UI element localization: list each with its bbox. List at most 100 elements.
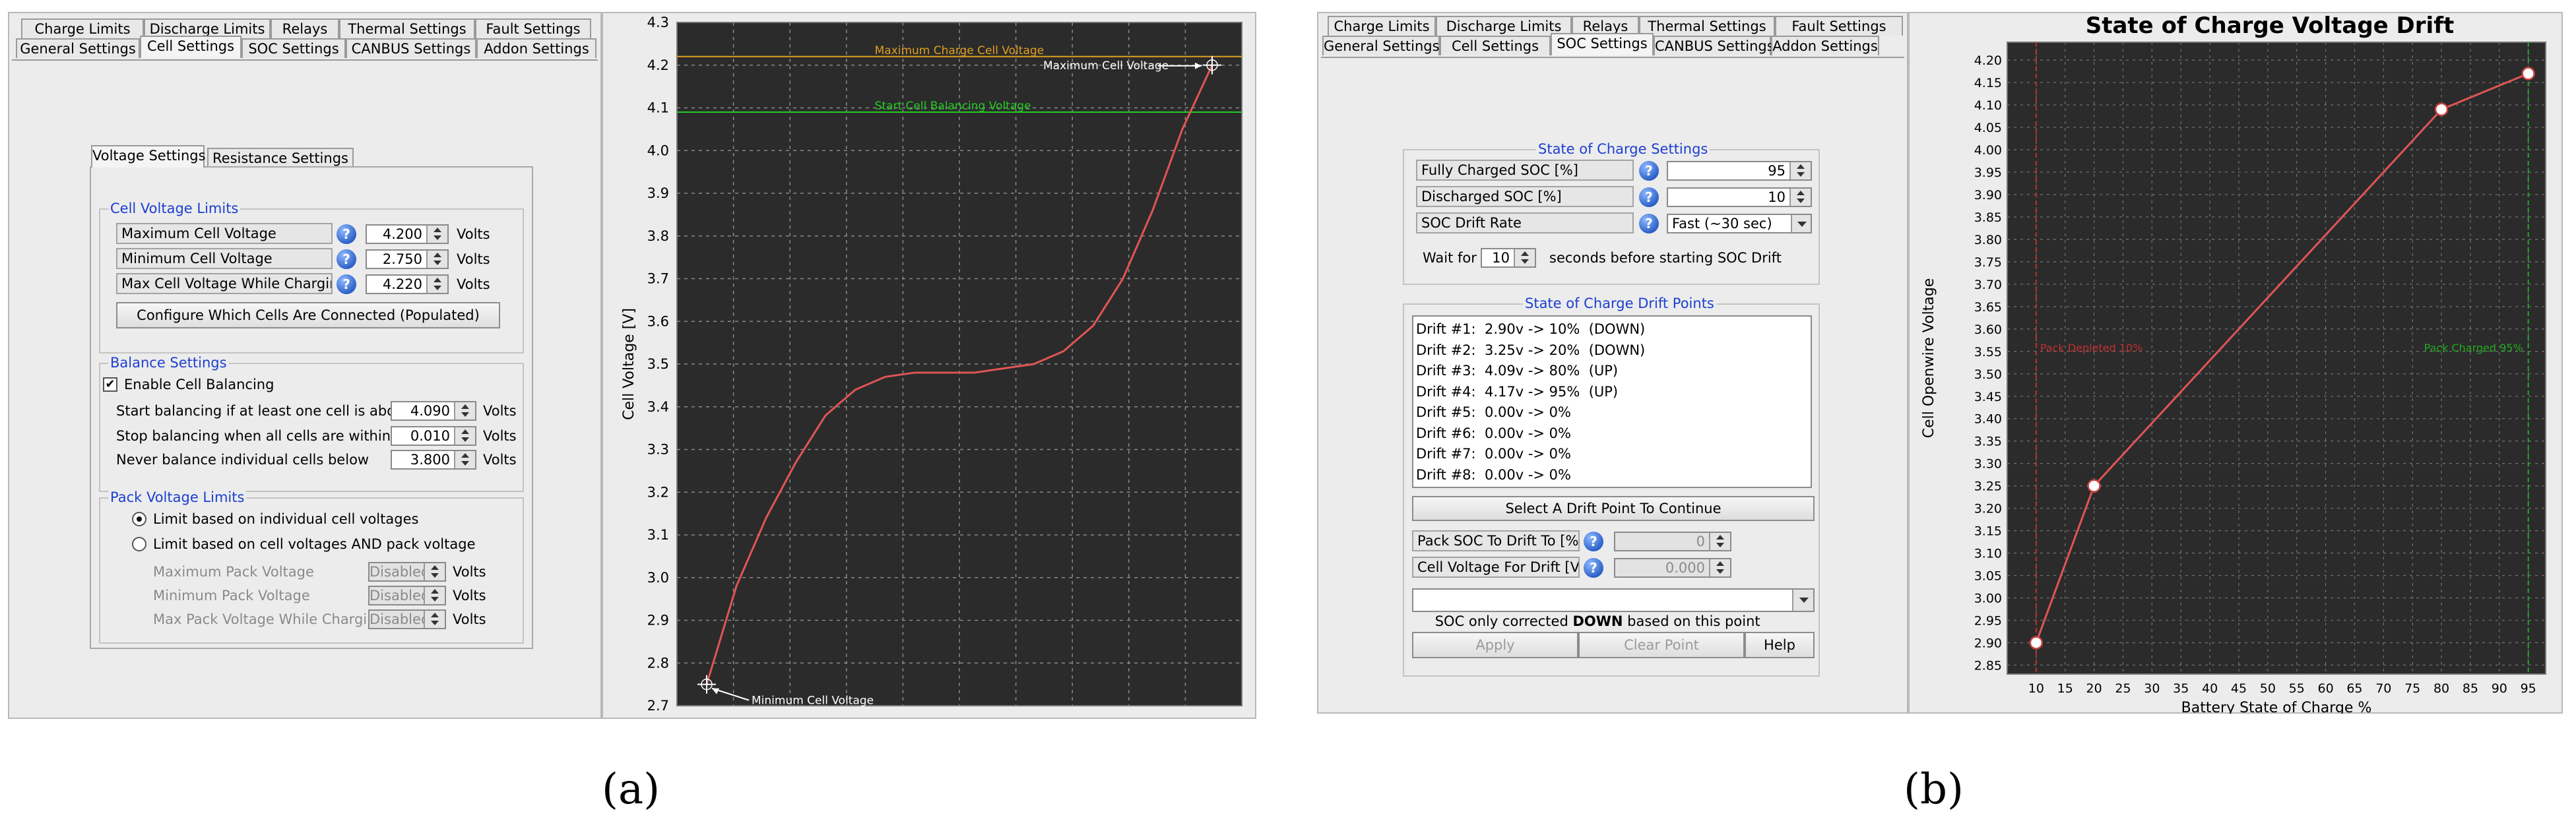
left-tab-soc-settings[interactable]: SOC Settings [242,38,346,58]
drift-points-list[interactable]: Drift #1: 2.90v -> 10% (DOWN) Drift #2: 3… [1412,315,1812,488]
spinner-arrows-icon[interactable] [424,563,445,580]
left-tab-fault-settings[interactable]: Fault Settings [475,18,591,38]
left-tab-canbus-settings[interactable]: CANBUS Settings [346,38,476,58]
help-icon[interactable]: ? [337,224,356,244]
spinner-arrows-icon[interactable] [454,402,475,419]
spinner-arrows-icon[interactable] [426,251,447,268]
soc-drift-rate-select[interactable]: Fast (~30 sec) [1667,214,1812,233]
stop-balancing-input[interactable]: 0.010 [391,426,476,446]
help-icon[interactable]: ? [1639,214,1659,233]
spinner-arrows-icon[interactable] [454,451,475,468]
drift-point-item[interactable]: Drift #8: 0.00v -> 0% [1416,465,1811,486]
min-cell-voltage-input[interactable]: 2.750 [366,249,449,269]
spinner-arrows-icon[interactable] [1709,533,1730,550]
y-tick-label: 3.50 [1974,367,2002,382]
drift-direction-select[interactable]: SOC only corrected DOWN based on this po… [1412,588,1815,629]
drift-point-item[interactable]: Drift #6: 0.00v -> 0% [1416,423,1811,445]
drift-point-item[interactable]: Drift #1: 2.90v -> 10% (DOWN) [1416,319,1811,340]
y-tick-label: 3.8 [647,228,669,244]
never-balance-input[interactable]: 3.800 [391,450,476,470]
spinner-arrows-icon[interactable] [424,611,445,628]
drift-point-item[interactable]: Drift #7: 0.00v -> 0% [1416,444,1811,465]
y-tick-label: 3.35 [1974,435,2002,449]
select-drift-point-button[interactable]: Select A Drift Point To Continue [1412,496,1815,521]
max-pack-voltage-input[interactable]: Disabled [368,562,446,582]
apply-button[interactable]: Apply [1412,632,1578,658]
x-tick-label: 50 [2260,681,2276,696]
discharged-soc-input[interactable]: 10 [1667,187,1812,207]
x-tick-label: 65 [2346,681,2362,696]
cell-voltage-drift-input[interactable]: 0.000 [1614,558,1731,578]
limit-pack-radio[interactable] [132,537,146,551]
right-tab-general-settings[interactable]: General Settings [1322,36,1440,55]
help-icon[interactable]: ? [1584,558,1603,578]
max-cell-voltage-annotation: Maximum Cell Voltage [1043,59,1169,73]
drift-point-item[interactable]: Drift #3: 4.09v -> 80% (UP) [1416,361,1811,382]
max-pack-voltage-charging-input[interactable]: Disabled [368,609,446,629]
help-icon[interactable]: ? [337,274,356,294]
x-tick-label: 25 [2115,681,2131,696]
left-tab-charge-limits[interactable]: Charge Limits [21,18,144,38]
fully-charged-soc-input[interactable]: 95 [1667,161,1812,181]
wait-seconds-input[interactable]: 10 [1481,248,1536,268]
chevron-down-icon[interactable] [1792,590,1813,611]
right-tab-addon-settings[interactable]: Addon Settings [1771,36,1879,55]
value: 10 [1492,250,1510,266]
left-tab-addon-settings[interactable]: Addon Settings [476,38,596,58]
limit-individual-radio[interactable] [132,512,146,526]
unit-label: Volts [457,251,490,267]
group-title: State of Charge Settings [1536,141,1710,157]
right-tab-fault-settings[interactable]: Fault Settings [1775,16,1903,36]
y-tick-label: 3.3 [647,442,669,458]
min-pack-voltage-input[interactable]: Disabled [368,586,446,605]
help-icon[interactable]: ? [1639,161,1659,181]
help-icon[interactable]: ? [337,249,356,269]
drift-point-item[interactable]: Drift #2: 3.25v -> 20% (DOWN) [1416,340,1811,361]
left-tab-thermal-settings[interactable]: Thermal Settings [339,18,475,38]
max-cell-voltage-input[interactable]: 4.200 [366,224,449,244]
right-tab-thermal-settings[interactable]: Thermal Settings [1639,16,1775,36]
subtab-voltage-settings[interactable]: Voltage Settings [91,145,206,168]
right-tab-charge-limits[interactable]: Charge Limits [1328,16,1436,36]
drift-point-item[interactable]: Drift #4: 4.17v -> 95% (UP) [1416,382,1811,403]
spinner-arrows-icon[interactable] [454,427,475,445]
x-tick-label: 10 [2028,681,2044,696]
clear-point-button[interactable]: Clear Point [1578,632,1745,658]
right-tab-cell-settings[interactable]: Cell Settings [1440,36,1551,55]
unit-label: Volts [453,611,486,627]
spinner-arrows-icon[interactable] [426,276,447,293]
pack-soc-drift-input[interactable]: 0 [1614,532,1731,551]
help-icon[interactable]: ? [1639,187,1659,207]
x-tick-label: 30 [2144,681,2160,696]
chevron-down-icon[interactable] [1791,215,1811,232]
x-tick-label: 90 [2492,681,2507,696]
value: 10 [1768,189,1786,205]
left-tab-general-settings[interactable]: General Settings [16,38,140,58]
spinner-arrows-icon[interactable] [1789,189,1811,206]
spinner-arrows-icon[interactable] [1789,162,1811,179]
cell-voltage-curve-chart: 2.7 2.8 2.9 3.0 3.1 3.2 3.3 3.4 3.5 3.6 3.7 3.8 3.9 4… [621,15,1242,714]
spinner-arrows-icon[interactable] [1709,559,1730,576]
spinner-arrows-icon[interactable] [1514,249,1535,266]
left-tab-cell-settings[interactable]: Cell Settings [140,36,242,58]
start-balancing-input[interactable]: 4.090 [391,401,476,421]
unit-label: Volts [483,403,517,419]
y-tick-label: 4.00 [1974,143,2002,158]
max-pack-voltage-charging-label: Max Pack Voltage While Charging [153,611,385,627]
right-tab-soc-settings[interactable]: SOC Settings [1551,33,1654,55]
help-icon[interactable]: ? [1584,532,1603,551]
configure-cells-button[interactable]: Configure Which Cells Are Connected (Pop… [116,302,500,328]
unit-label: Volts [453,564,486,580]
max-cell-voltage-charging-input[interactable]: 4.220 [366,274,449,294]
y-tick-label: 3.00 [1974,591,2002,605]
spinner-arrows-icon[interactable] [424,587,445,604]
right-tab-canbus-settings[interactable]: CANBUS Settings [1654,36,1774,55]
x-tick-label: 20 [2086,681,2102,696]
y-tick-label: 3.20 [1974,502,2002,516]
enable-balancing-checkbox[interactable]: ✔ [103,377,117,392]
spinner-arrows-icon[interactable] [426,226,447,243]
left-tab-relays[interactable]: Relays [271,18,339,38]
subtab-resistance-settings[interactable]: Resistance Settings [207,148,354,168]
drift-point-item[interactable]: Drift #5: 0.00v -> 0% [1416,402,1811,423]
help-button[interactable]: Help [1745,632,1815,658]
